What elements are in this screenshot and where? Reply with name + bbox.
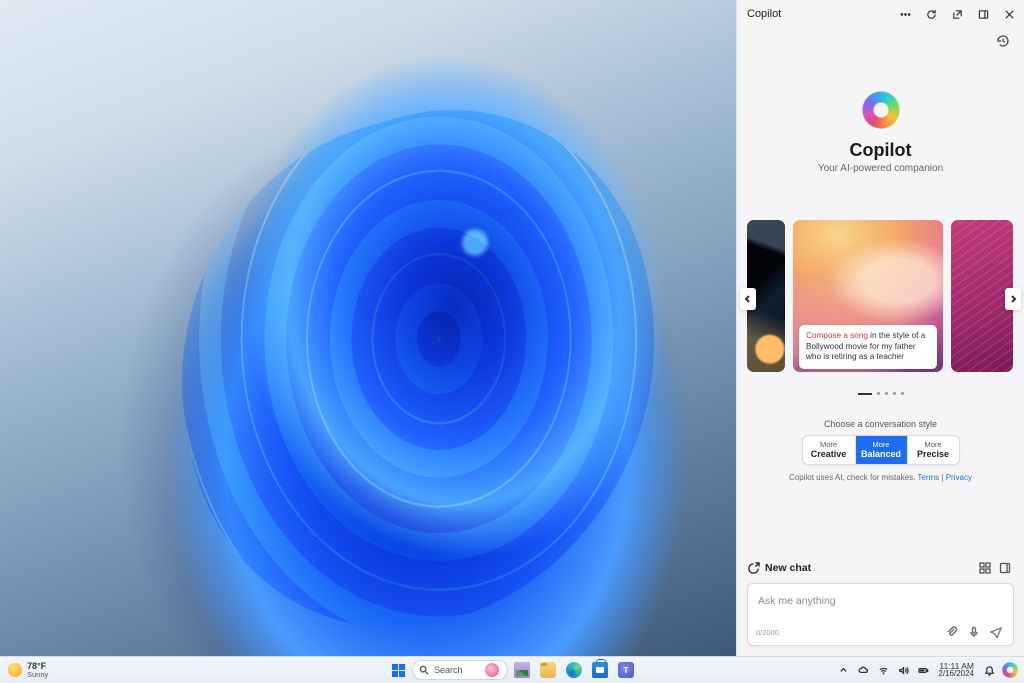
start-button[interactable] — [386, 658, 410, 682]
suggestion-carousel: Compose a song in the style of a Bollywo… — [737, 220, 1024, 378]
pictures-icon — [514, 662, 530, 678]
weather-widget[interactable]: 78°F Sunny — [0, 662, 48, 679]
indicator-active — [858, 393, 872, 395]
attach-button[interactable] — [943, 623, 961, 641]
tray-notifications-icon[interactable] — [980, 660, 998, 680]
more-options-button[interactable] — [892, 0, 918, 28]
windows-logo-icon — [392, 664, 405, 677]
desktop-wallpaper[interactable] — [0, 0, 736, 656]
taskbar-search[interactable]: Search — [412, 660, 508, 680]
grid-button[interactable] — [976, 559, 994, 577]
tray-volume-icon[interactable] — [894, 660, 912, 680]
search-highlight-icon — [485, 663, 499, 677]
carousel-card-next[interactable] — [951, 220, 1013, 372]
style-precise[interactable]: More Precise — [907, 436, 959, 464]
prompt-accent: Compose a song — [806, 331, 868, 340]
new-chat-icon — [747, 562, 760, 575]
history-button[interactable] — [994, 32, 1012, 50]
mic-button[interactable] — [965, 623, 983, 641]
clock-date: 2/16/2024 — [938, 670, 974, 678]
disclaimer: Copilot uses AI, check for mistakes. Ter… — [789, 473, 972, 482]
refresh-button[interactable] — [918, 0, 944, 28]
taskbar-app-explorer[interactable] — [536, 658, 560, 682]
tray-battery-icon[interactable] — [914, 660, 932, 680]
search-icon — [419, 665, 429, 675]
carousel-next-button[interactable] — [1005, 288, 1021, 310]
taskbar: 78°F Sunny Search 11:11 AM 2/16/2024 — [0, 656, 1024, 683]
tray-onedrive-icon[interactable] — [854, 660, 872, 680]
history-row — [737, 28, 1024, 50]
close-button[interactable] — [996, 0, 1022, 28]
taskbar-center: Search — [386, 658, 638, 682]
indicator-dot[interactable] — [893, 392, 896, 395]
conversation-style-label: Choose a conversation style — [824, 419, 937, 429]
privacy-link[interactable]: Privacy — [946, 473, 972, 482]
indicator-dot[interactable] — [885, 392, 888, 395]
copilot-subheading: Your AI-powered companion — [818, 163, 943, 174]
taskbar-app-edge[interactable] — [562, 658, 586, 682]
style-balanced[interactable]: More Balanced — [855, 436, 907, 464]
tray-chevron[interactable] — [834, 660, 852, 680]
taskbar-app-teams[interactable] — [614, 658, 638, 682]
open-external-button[interactable] — [944, 0, 970, 28]
taskbar-clock[interactable]: 11:11 AM 2/16/2024 — [934, 662, 978, 679]
input-footer: 0/2000 — [756, 623, 1005, 641]
panel-toggle-button[interactable] — [996, 559, 1014, 577]
copilot-bottom: New chat 0/2000 — [737, 555, 1024, 656]
terms-link[interactable]: Terms — [917, 473, 939, 482]
chat-input[interactable] — [756, 594, 1005, 608]
copilot-icon — [1002, 662, 1018, 678]
tray-wifi-icon[interactable] — [874, 660, 892, 680]
copilot-logo-icon — [857, 86, 904, 133]
carousel-prev-button[interactable] — [740, 288, 756, 310]
copilot-heading: Copilot — [850, 140, 912, 161]
taskbar-app-store[interactable] — [588, 658, 612, 682]
char-counter: 0/2000 — [756, 628, 779, 637]
carousel-card-current[interactable]: Compose a song in the style of a Bollywo… — [793, 220, 943, 372]
teams-icon — [618, 662, 634, 678]
weather-sun-icon — [8, 663, 22, 677]
chat-input-box: 0/2000 — [747, 583, 1014, 646]
copilot-panel: Copilot Copilot Your AI-powered companio… — [736, 0, 1024, 656]
carousel-prompt: Compose a song in the style of a Bollywo… — [799, 325, 937, 369]
copilot-body: Copilot Your AI-powered companion Compos… — [737, 50, 1024, 555]
conversation-style-selector: More Creative More Balanced More Precise — [802, 435, 960, 465]
taskbar-tray: 11:11 AM 2/16/2024 — [834, 658, 1024, 682]
store-icon — [592, 662, 608, 678]
search-placeholder: Search — [434, 665, 463, 675]
taskbar-app-pictures[interactable] — [510, 658, 534, 682]
new-chat-button[interactable]: New chat — [747, 562, 811, 575]
edge-icon — [566, 662, 582, 678]
style-creative[interactable]: More Creative — [803, 436, 855, 464]
indicator-dot[interactable] — [877, 392, 880, 395]
carousel-indicator — [858, 392, 904, 395]
send-button[interactable] — [987, 623, 1005, 641]
copilot-titlebar: Copilot — [737, 0, 1024, 28]
weather-cond: Sunny — [27, 671, 48, 679]
indicator-dot[interactable] — [901, 392, 904, 395]
taskbar-copilot-button[interactable] — [1000, 658, 1020, 682]
file-explorer-icon — [540, 662, 556, 678]
newchat-row: New chat — [747, 555, 1014, 583]
copilot-title: Copilot — [747, 8, 892, 20]
dock-button[interactable] — [970, 0, 996, 28]
